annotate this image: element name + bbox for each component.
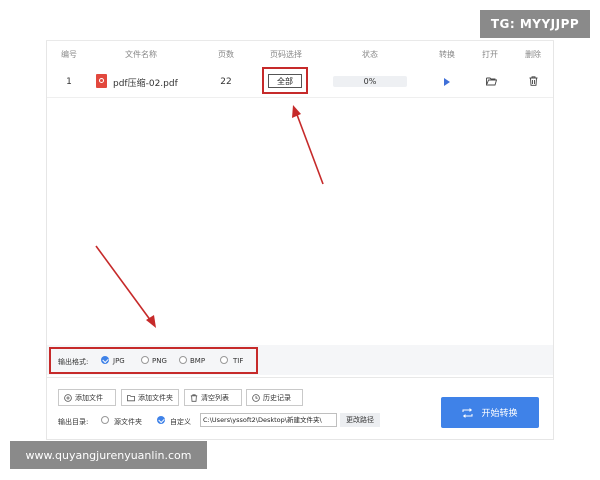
trash-small-icon <box>190 393 198 402</box>
arrowhead-page-select <box>292 105 301 118</box>
clock-icon <box>252 393 260 402</box>
custom-label: 自定义 <box>170 418 191 426</box>
start-convert-label: 开始转换 <box>481 409 518 419</box>
output-dir-label: 输出目录: <box>58 418 89 426</box>
annotation-box-format <box>49 347 258 374</box>
output-path-input[interactable]: C:\Users\yssoft2\Desktop\新建文件夹\ <box>200 413 337 427</box>
source-folder-label: 源文件夹 <box>114 418 142 426</box>
history-button[interactable]: 历史记录 <box>246 389 303 406</box>
radio-custom[interactable] <box>157 416 165 424</box>
start-convert-button[interactable]: 开始转换 <box>441 397 539 428</box>
arrow-to-format <box>95 245 152 322</box>
folder-icon <box>127 394 135 401</box>
arrow-to-page-select <box>295 111 324 185</box>
toolbar-divider <box>47 377 553 378</box>
change-path-button[interactable]: 更改路径 <box>340 413 380 427</box>
radio-source-folder[interactable] <box>101 416 109 424</box>
clear-list-label: 清空列表 <box>201 393 229 402</box>
add-file-label: 添加文件 <box>75 393 103 402</box>
clear-list-button[interactable]: 清空列表 <box>184 389 242 406</box>
add-file-button[interactable]: 添加文件 <box>58 389 116 406</box>
add-folder-button[interactable]: 添加文件夹 <box>121 389 179 406</box>
watermark-url: www.quyangjurenyuanlin.com <box>10 441 207 469</box>
history-label: 历史记录 <box>263 393 291 402</box>
plus-circle-icon <box>64 393 72 402</box>
swap-arrows-icon <box>462 407 473 418</box>
add-folder-label: 添加文件夹 <box>138 393 173 402</box>
